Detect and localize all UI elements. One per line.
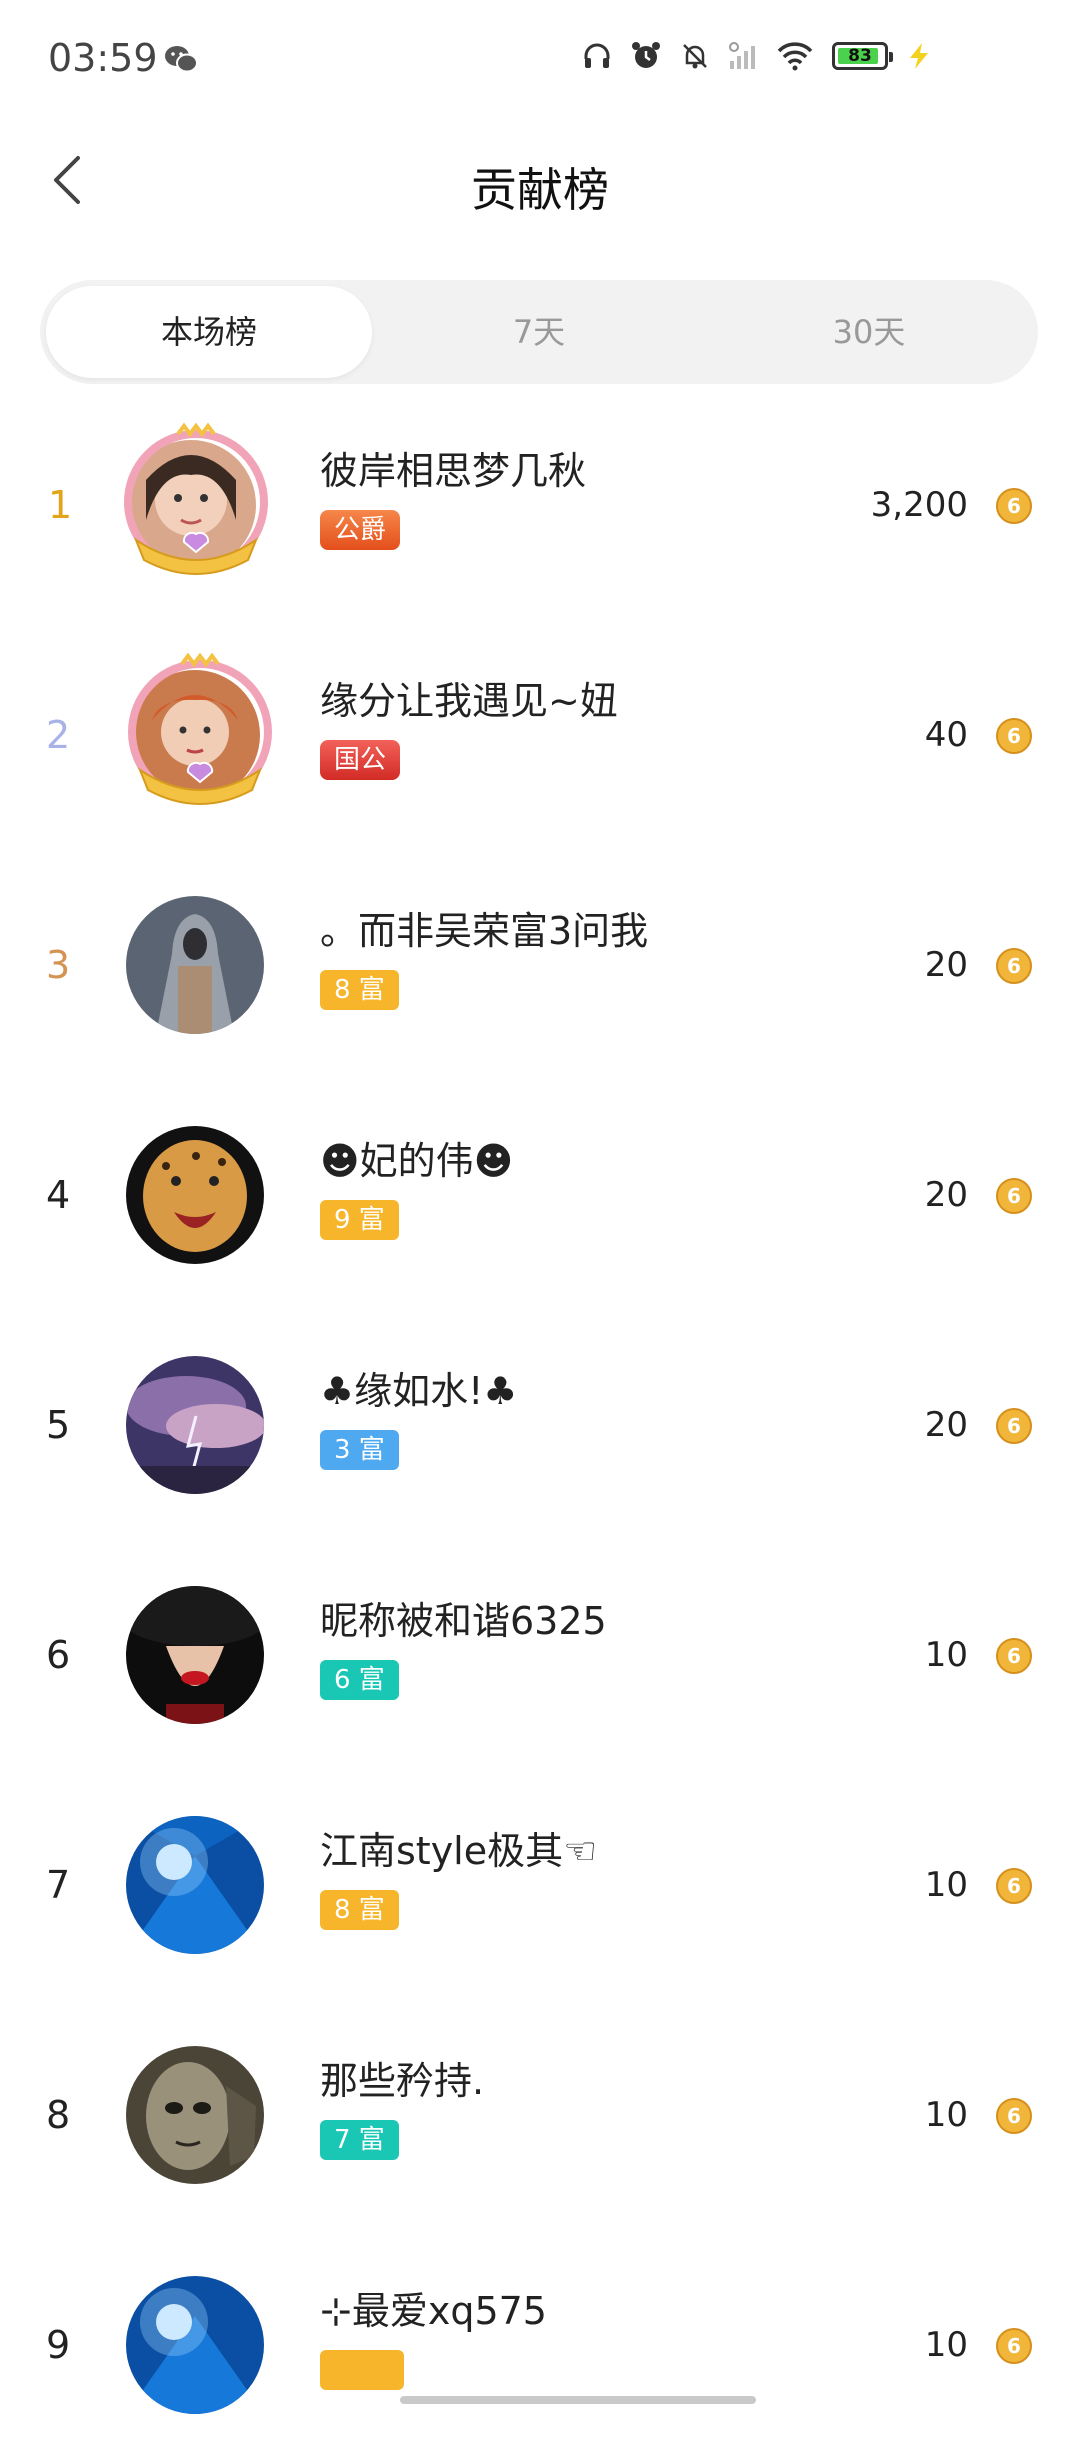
list-item[interactable]: 2 缘分让我遇见~妞 国公 40 6 bbox=[0, 620, 1080, 850]
user-name: 昵称被和谐6325 bbox=[320, 1599, 607, 1643]
wealth-level-badge: 9 富 bbox=[320, 1200, 399, 1240]
contribution-score: 10 bbox=[924, 2095, 968, 2135]
avatar[interactable] bbox=[130, 670, 260, 800]
coin-icon: 6 bbox=[996, 948, 1032, 984]
contribution-score: 10 bbox=[924, 1635, 968, 1675]
page-header: 贡献榜 bbox=[0, 120, 1080, 240]
user-name: ⊹最爱xq575 bbox=[320, 2289, 547, 2333]
list-item[interactable]: 6 昵称被和谐6325 6 富 10 6 bbox=[0, 1540, 1080, 1770]
wifi-icon bbox=[777, 42, 813, 71]
title-badge: 国公 bbox=[320, 740, 401, 780]
contribution-score: 20 bbox=[924, 1175, 968, 1215]
contribution-score: 40 bbox=[924, 715, 968, 755]
user-name: 江南style极其☜ bbox=[320, 1829, 598, 1873]
rank-number: 2 bbox=[46, 713, 71, 757]
rank-number: 3 bbox=[46, 943, 71, 987]
user-name: ♣缘如水!♣ bbox=[320, 1369, 518, 1413]
wealth-level-badge bbox=[320, 2350, 404, 2390]
wealth-level-badge: 6 富 bbox=[320, 1660, 399, 1700]
rank-number: 6 bbox=[46, 1633, 71, 1677]
wechat-icon bbox=[165, 46, 198, 73]
contribution-score: 20 bbox=[924, 1405, 968, 1445]
rank-number: 4 bbox=[46, 1173, 71, 1217]
rank-number: 5 bbox=[46, 1403, 71, 1447]
rank-number: 1 bbox=[48, 483, 73, 527]
status-bar: 03:59 83 bbox=[0, 0, 1080, 120]
rank-number: 9 bbox=[46, 2323, 71, 2367]
list-item[interactable]: 3 。而非吴荣富3问我 8 富 20 6 bbox=[0, 850, 1080, 1080]
user-name: 彼岸相思梦几秋 bbox=[320, 449, 587, 493]
alarm-icon bbox=[632, 42, 660, 68]
rank-number: 7 bbox=[46, 1863, 71, 1907]
coin-icon: 6 bbox=[996, 488, 1032, 524]
contribution-score: 10 bbox=[924, 1865, 968, 1905]
tab-7-days[interactable]: 7天 bbox=[376, 286, 702, 378]
list-item[interactable]: 1 彼岸相思梦几秋 公爵 3,200 6 bbox=[0, 390, 1080, 620]
list-item[interactable]: 9 ⊹最爱xq575 10 6 bbox=[0, 2230, 1080, 2460]
signal-icon bbox=[729, 42, 755, 69]
avatar[interactable] bbox=[126, 1586, 264, 1724]
list-item[interactable]: 4 ☻妃的伟☻ 9 富 20 6 bbox=[0, 1080, 1080, 1310]
coin-icon: 6 bbox=[996, 1408, 1032, 1444]
battery-level: 83 bbox=[848, 46, 872, 66]
list-item[interactable]: 5 ♣缘如水!♣ 3 富 20 6 bbox=[0, 1310, 1080, 1540]
coin-icon: 6 bbox=[996, 1178, 1032, 1214]
wealth-level-badge: 8 富 bbox=[320, 970, 399, 1010]
avatar[interactable] bbox=[126, 2046, 264, 2184]
charging-icon bbox=[910, 43, 928, 69]
mute-bell-icon bbox=[683, 44, 707, 69]
title-badge: 公爵 bbox=[320, 510, 401, 550]
user-name: 缘分让我遇见~妞 bbox=[320, 679, 618, 723]
coin-icon: 6 bbox=[996, 1638, 1032, 1674]
coin-icon: 6 bbox=[996, 718, 1032, 754]
page-title: 贡献榜 bbox=[471, 163, 609, 217]
contribution-score: 10 bbox=[924, 2325, 968, 2365]
avatar[interactable] bbox=[126, 1356, 264, 1494]
headphones-icon bbox=[584, 43, 610, 68]
coin-icon: 6 bbox=[996, 2098, 1032, 2134]
user-name: 那些矜持. bbox=[320, 2059, 485, 2103]
battery-icon: 83 bbox=[832, 42, 893, 70]
coin-icon: 6 bbox=[996, 2328, 1032, 2364]
rank-number: 8 bbox=[46, 2093, 71, 2137]
avatar[interactable] bbox=[126, 2276, 264, 2414]
user-name: ☻妃的伟☻ bbox=[320, 1139, 514, 1183]
contribution-score: 3,200 bbox=[870, 485, 968, 525]
avatar[interactable] bbox=[126, 1816, 264, 1954]
tab-30-days[interactable]: 30天 bbox=[706, 286, 1032, 378]
avatar[interactable] bbox=[126, 440, 256, 570]
wealth-level-badge: 8 富 bbox=[320, 1890, 399, 1930]
coin-icon: 6 bbox=[996, 1868, 1032, 1904]
avatar[interactable] bbox=[126, 896, 264, 1034]
home-indicator[interactable] bbox=[400, 2396, 756, 2404]
contribution-score: 20 bbox=[924, 945, 968, 985]
list-item[interactable]: 8 那些矜持. 7 富 10 6 bbox=[0, 2000, 1080, 2230]
status-time: 03:59 bbox=[48, 36, 158, 80]
range-tabs: 本场榜 7天 30天 bbox=[40, 280, 1038, 384]
tab-current-session[interactable]: 本场榜 bbox=[46, 286, 372, 378]
avatar[interactable] bbox=[126, 1126, 264, 1264]
list-item[interactable]: 7 江南style极其☜ 8 富 10 6 bbox=[0, 1770, 1080, 2000]
wealth-level-badge: 7 富 bbox=[320, 2120, 399, 2160]
wealth-level-badge: 3 富 bbox=[320, 1430, 399, 1470]
user-name: 。而非吴荣富3问我 bbox=[320, 909, 649, 953]
